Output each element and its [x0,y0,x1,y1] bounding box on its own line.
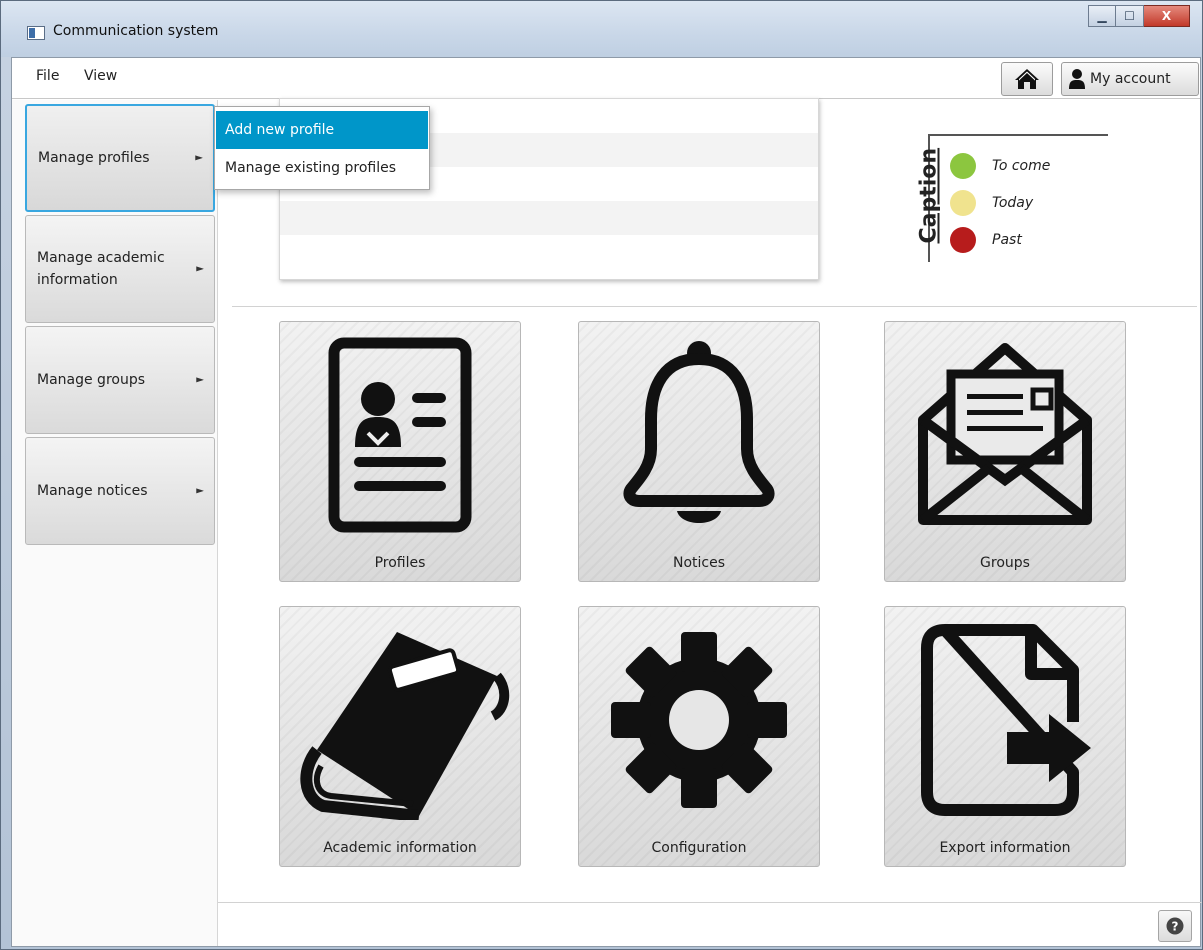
list-item[interactable] [280,235,818,269]
close-button[interactable]: X [1144,5,1190,27]
minimize-button[interactable]: ▁ [1088,5,1116,27]
footer-divider [218,902,1202,903]
legend-label: Today [992,195,1034,211]
book-icon [300,631,510,820]
tile-export-information[interactable]: Export information [884,606,1126,867]
tile-label: Export information [939,840,1071,856]
submenu-arrow-icon: ► [196,263,204,275]
tile-groups[interactable]: Groups [884,321,1126,582]
yellow-dot-icon [950,190,976,216]
red-dot-icon [950,227,976,253]
green-dot-icon [950,153,976,179]
sidebar-item-label: Manage profiles [38,150,150,166]
menu-bar: File View My account [12,58,1200,98]
profile-card-icon [328,337,472,532]
tile-label: Groups [980,555,1030,571]
help-icon: ? [1166,917,1184,935]
submenu-arrow-icon: ► [195,152,203,164]
caption-title: Caption [916,147,942,244]
tile-label: Notices [672,555,726,571]
window-controls: ▁ ☐ X [1088,5,1190,27]
my-account-button[interactable]: My account [1061,62,1199,96]
bell-icon [623,340,775,523]
legend-label: Past [992,232,1022,248]
section-divider [232,306,1197,307]
app-icon [27,26,45,40]
menu-file[interactable]: File [36,68,59,84]
tile-label: Academic information [323,840,477,856]
tile-label: Configuration [651,840,747,856]
window-title: Communication system [53,23,219,39]
client-area: File View My account Manage profiles ► M… [11,57,1202,947]
sidebar-item-label: Manage groups [37,372,146,388]
home-button[interactable] [1001,62,1053,96]
legend-item-today: Today [950,187,1033,219]
menu-item-add-new-profile[interactable]: Add new profile [216,111,428,149]
sidebar: Manage profiles ► Manage academic inform… [12,100,218,946]
submenu-arrow-icon: ► [196,374,204,386]
profiles-submenu: Add new profile Manage existing profiles [214,106,430,190]
sidebar-item-manage-notices[interactable]: Manage notices ► [25,437,215,545]
caption-legend: Caption To come Today Past [900,134,1120,264]
menu-view[interactable]: View [84,68,117,84]
sidebar-item-label: Manage notices [37,483,148,499]
sidebar-item-manage-academic-information[interactable]: Manage academic information ► [25,215,215,323]
tile-configuration[interactable]: Configuration [578,606,820,867]
my-account-label: My account [1090,71,1171,87]
help-button[interactable]: ? [1158,910,1192,942]
user-icon [1069,69,1085,89]
home-icon [1015,69,1039,89]
tile-label: Profiles [374,555,426,571]
menu-item-manage-existing-profiles[interactable]: Manage existing profiles [216,149,428,187]
legend-item-to-come: To come [950,150,1050,182]
tile-profiles[interactable]: Profiles [279,321,521,582]
legend-label: To come [992,158,1051,174]
svg-text:?: ? [1172,920,1179,934]
envelope-icon [918,342,1092,525]
app-window: Communication system ▁ ☐ X File View My … [0,0,1203,950]
tile-notices[interactable]: Notices [578,321,820,582]
list-item[interactable] [280,201,818,235]
submenu-arrow-icon: ► [196,485,204,497]
tile-academic-information[interactable]: Academic information [279,606,521,867]
sidebar-item-manage-groups[interactable]: Manage groups ► [25,326,215,434]
title-bar[interactable]: Communication system ▁ ☐ X [1,1,1202,57]
maximize-button[interactable]: ☐ [1116,5,1144,27]
gear-icon [611,631,787,808]
divider [928,134,1108,136]
sidebar-item-label: Manage academic information [37,250,165,288]
legend-item-past: Past [950,224,1022,256]
sidebar-item-manage-profiles[interactable]: Manage profiles ► [25,104,215,212]
export-file-icon [921,623,1091,816]
